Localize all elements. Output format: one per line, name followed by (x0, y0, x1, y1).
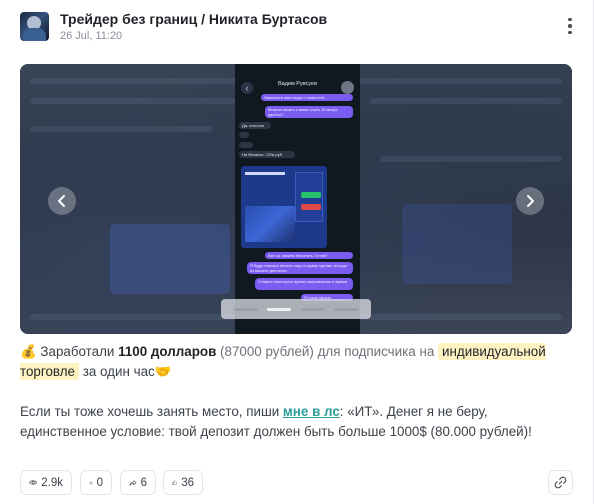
share-button[interactable]: 6 (120, 470, 156, 495)
like-button[interactable]: 36 (163, 470, 203, 495)
author-name[interactable]: Трейдер без границ / Никита Буртасов (60, 11, 327, 27)
repost-button[interactable]: 0 (80, 470, 112, 495)
dm-link[interactable]: мне в лс (283, 404, 340, 419)
chat-message: Можем начать с вами через 15 минут, удоб… (265, 106, 353, 118)
link-icon (554, 476, 567, 489)
text-fragment: Если ты тоже хочешь занять место, пиши (20, 404, 280, 419)
trading-screenshot (241, 166, 327, 248)
trading-down-button (301, 204, 321, 210)
earned-amount: 1100 долларов (118, 344, 217, 359)
post-text: 💰 Заработали 1100 долларов (87000 рублей… (20, 342, 560, 442)
like-icon (172, 480, 177, 485)
trading-up-button (301, 192, 321, 198)
pager-dot-active[interactable] (267, 307, 292, 311)
text-fragment: Заработали (40, 344, 115, 359)
chat-avatar (341, 81, 354, 94)
author-avatar[interactable] (20, 12, 49, 41)
post-date: 26 Jul, 11:20 (60, 30, 123, 42)
blurred-row (380, 156, 562, 162)
copy-link-button[interactable] (548, 470, 573, 495)
pager-dot[interactable] (334, 307, 359, 311)
eye-icon (29, 480, 38, 485)
more-dot (568, 30, 572, 35)
blurred-row (370, 98, 562, 104)
arrow-right-icon (527, 195, 534, 207)
pager-dot[interactable] (300, 307, 325, 311)
post-paragraph-1: 💰 Заработали 1100 долларов (87000 рублей… (20, 342, 560, 382)
blurred-chart (402, 204, 512, 284)
chat-message: Я буду сначала писать пару и сумму сделк… (247, 262, 353, 274)
trading-chart (245, 206, 295, 242)
trading-balance (245, 172, 285, 175)
more-dot (568, 24, 572, 28)
text-fragment: за один час (82, 364, 155, 379)
money-bag-icon: 💰 (20, 344, 37, 359)
post-paragraph-2: Если ты тоже хочешь занять место, пиши м… (20, 402, 560, 442)
blurred-row (30, 126, 212, 132)
avatar-body (23, 28, 46, 41)
arrow-left-icon (58, 195, 65, 207)
more-dot (568, 17, 572, 22)
carousel-pager (221, 299, 371, 319)
chat-message: Напишите мне когда с планетой… (261, 94, 353, 101)
shares-count: 6 (140, 476, 147, 489)
repost-icon (89, 480, 93, 485)
media-carousel[interactable]: ‹ Вадим Рувсуев Напишите мне когда с пла… (20, 64, 572, 334)
share-icon (129, 479, 137, 486)
more-vertical-icon[interactable] (562, 14, 578, 38)
chat-message: Все ок, можем начинать. Готов? (265, 252, 353, 259)
carousel-prev-button[interactable] (48, 187, 76, 215)
pager-dot[interactable] (233, 307, 258, 311)
paragraph-spacer (20, 382, 560, 402)
chat-message: Ставьте некоторое время направление и вр… (255, 278, 353, 290)
views-counter[interactable]: 2.9k (20, 470, 72, 495)
post-card: Трейдер без границ / Никита Буртасов 26 … (0, 0, 594, 504)
reposts-count: 0 (96, 476, 103, 489)
handshake-icon: 🤝 (154, 364, 172, 379)
carousel-next-button[interactable] (516, 187, 544, 215)
chat-message (239, 142, 253, 148)
chat-message (239, 132, 249, 138)
blurred-chart (110, 224, 230, 294)
phone-screenshot: ‹ Вадим Рувсуев Напишите мне когда с пла… (235, 64, 360, 334)
chat-message: На балансе: 125к руб (239, 151, 295, 158)
chat-message: Да, отлично (239, 122, 271, 129)
likes-count: 36 (181, 476, 194, 489)
blurred-row (30, 98, 242, 104)
views-count: 2.9k (41, 476, 63, 489)
text-fragment: (87000 рублей) для подписчика на (220, 344, 435, 359)
